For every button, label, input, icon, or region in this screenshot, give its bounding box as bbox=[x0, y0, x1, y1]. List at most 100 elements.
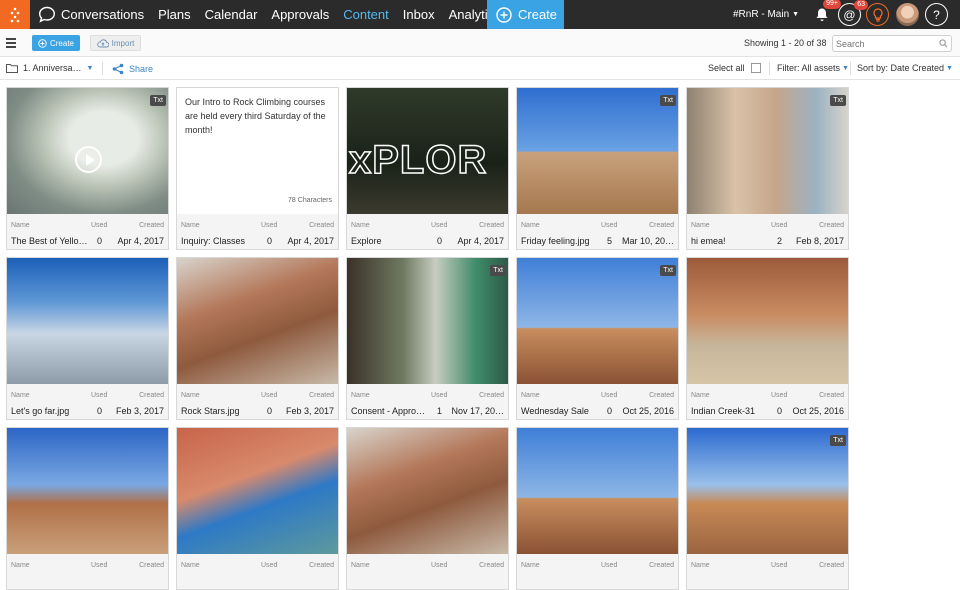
play-icon[interactable] bbox=[75, 146, 102, 173]
nav-inbox[interactable]: Inbox bbox=[396, 0, 442, 29]
results-count: Showing 1 - 20 of 38 bbox=[744, 38, 827, 48]
asset-used-count: 0 bbox=[267, 406, 273, 416]
meta-name-label: Name bbox=[181, 392, 200, 399]
txt-badge[interactable]: Txt bbox=[830, 435, 846, 446]
asset-card[interactable]: Txt Name Used Created Wednesday Sale 0 Oct 25,… bbox=[516, 257, 679, 420]
asset-used-count: 0 bbox=[607, 406, 613, 416]
asset-card[interactable]: Txt Name Used Created Friday feeling.jpg 5 Mar… bbox=[516, 87, 679, 250]
asset-meta: Name Used Created bbox=[687, 554, 848, 589]
asset-thumbnail bbox=[7, 428, 168, 554]
asset-name[interactable]: hi emea! bbox=[691, 236, 767, 246]
meta-created-label: Created bbox=[139, 562, 164, 569]
select-all[interactable]: Select all bbox=[708, 63, 761, 73]
nav-plans[interactable]: Plans bbox=[151, 0, 198, 29]
asset-meta: Name Used Created The Best of Yello… 0 Apr 4,… bbox=[7, 214, 168, 249]
notifications-button[interactable]: 99+ bbox=[810, 0, 841, 26]
asset-card[interactable]: Name Used Created bbox=[6, 427, 169, 590]
at-sign-icon: @ bbox=[843, 7, 856, 22]
import-button[interactable]: Import bbox=[90, 35, 141, 51]
asset-card[interactable]: Name Used Created bbox=[346, 427, 509, 590]
asset-card[interactable]: Txt Name Used Created hi emea! 2 Feb 8, 2017 bbox=[686, 87, 849, 250]
sort-label: Sort by: Date Created bbox=[857, 63, 945, 73]
asset-card[interactable]: Name Used Created Indian Creek-31 0 Oct 25, 2… bbox=[686, 257, 849, 420]
ideas-button[interactable] bbox=[866, 3, 889, 26]
hamburger-menu-icon[interactable] bbox=[6, 38, 16, 50]
content-subtoolbar: 1. Anniversa… ▼ Share Select all Filter:… bbox=[0, 57, 960, 80]
asset-name[interactable]: Consent - Appro… bbox=[351, 406, 427, 416]
asset-card[interactable]: Name Used Created Rock Stars.jpg 0 Feb 3, 201… bbox=[176, 257, 339, 420]
app-logo[interactable] bbox=[0, 0, 30, 29]
sort-dropdown[interactable]: Sort by: Date Created ▼ bbox=[857, 63, 953, 73]
nav-content[interactable]: Content bbox=[336, 0, 396, 29]
asset-card[interactable]: Our Intro to Rock Climbing courses are h… bbox=[176, 87, 339, 250]
asset-meta: Name Used Created Explore 0 Apr 4, 2017 bbox=[347, 214, 508, 249]
asset-card[interactable]: Txt Name Used Created The Best of Yello… 0 Apr… bbox=[6, 87, 169, 250]
asset-name[interactable]: Wednesday Sale bbox=[521, 406, 597, 416]
search-icon[interactable] bbox=[939, 39, 948, 48]
meta-name-label: Name bbox=[351, 392, 370, 399]
nav-create-button[interactable]: Create bbox=[487, 0, 564, 29]
asset-card[interactable]: Txt Name Used Created bbox=[686, 427, 849, 590]
asset-thumbnail bbox=[517, 88, 678, 214]
asset-name[interactable]: Rock Stars.jpg bbox=[181, 406, 257, 416]
asset-created-date: Feb 8, 2017 bbox=[795, 236, 844, 246]
asset-name[interactable]: Explore bbox=[351, 236, 427, 246]
filter-label: Filter: All assets bbox=[777, 63, 841, 73]
asset-card[interactable]: Txt Name Used Created Consent - Appro… 1 Nov 1… bbox=[346, 257, 509, 420]
brand-selector[interactable]: #RnR - Main ▼ bbox=[733, 0, 799, 29]
meta-name-label: Name bbox=[11, 562, 30, 569]
meta-used-label: Used bbox=[771, 392, 788, 399]
text-asset-preview: Our Intro to Rock Climbing courses are h… bbox=[177, 88, 338, 214]
txt-badge[interactable]: Txt bbox=[150, 95, 166, 106]
txt-badge[interactable]: Txt bbox=[660, 95, 676, 106]
asset-name[interactable]: Friday feeling.jpg bbox=[521, 236, 597, 246]
meta-created-label: Created bbox=[819, 562, 844, 569]
user-avatar[interactable] bbox=[896, 3, 919, 26]
chevron-down-icon: ▼ bbox=[946, 64, 953, 72]
txt-badge[interactable]: Txt bbox=[830, 95, 846, 106]
asset-meta: Name Used Created Consent - Appro… 1 Nov 17, … bbox=[347, 384, 508, 419]
meta-created-label: Created bbox=[309, 222, 334, 229]
folder-selector[interactable]: 1. Anniversa… ▼ bbox=[6, 63, 93, 73]
asset-card[interactable]: Name Used Created bbox=[516, 427, 679, 590]
meta-used-label: Used bbox=[261, 222, 278, 229]
asset-created-date: Oct 25, 2016 bbox=[792, 406, 844, 416]
nav-calendar[interactable]: Calendar bbox=[198, 0, 265, 29]
asset-used-count: 0 bbox=[97, 406, 103, 416]
create-asset-button[interactable]: Create bbox=[32, 35, 80, 51]
nav-approvals[interactable]: Approvals bbox=[264, 0, 336, 29]
text-asset-body: Our Intro to Rock Climbing courses are h… bbox=[185, 97, 326, 135]
meta-created-label: Created bbox=[819, 222, 844, 229]
txt-badge[interactable]: Txt bbox=[660, 265, 676, 276]
mentions-button[interactable]: @ 63 bbox=[838, 0, 868, 26]
logo-icon bbox=[10, 7, 20, 22]
asset-name[interactable]: Inquiry: Classes bbox=[181, 236, 257, 246]
asset-thumbnail bbox=[687, 88, 848, 214]
nav-conversations[interactable]: Conversations bbox=[54, 0, 151, 29]
meta-name-label: Name bbox=[521, 562, 540, 569]
asset-card[interactable]: Name Used Created Let's go far.jpg 0 Feb 3, 2… bbox=[6, 257, 169, 420]
asset-name[interactable]: The Best of Yello… bbox=[11, 236, 87, 246]
explore-overlay-text: xPLOR bbox=[348, 137, 488, 183]
asset-meta: Name Used Created bbox=[517, 554, 678, 589]
select-all-checkbox[interactable] bbox=[750, 63, 761, 73]
help-button[interactable]: ? bbox=[925, 3, 948, 26]
asset-thumbnail bbox=[517, 258, 678, 384]
meta-used-label: Used bbox=[91, 562, 108, 569]
meta-created-label: Created bbox=[479, 562, 504, 569]
share-button[interactable]: Share bbox=[112, 63, 153, 75]
filter-dropdown[interactable]: Filter: All assets ▼ bbox=[777, 63, 849, 73]
divider bbox=[850, 62, 851, 75]
meta-used-label: Used bbox=[601, 562, 618, 569]
folder-label: 1. Anniversa… bbox=[23, 63, 82, 73]
meta-used-label: Used bbox=[771, 222, 788, 229]
meta-created-label: Created bbox=[479, 392, 504, 399]
asset-used-count: 0 bbox=[437, 236, 443, 246]
txt-badge[interactable]: Txt bbox=[490, 265, 506, 276]
asset-name[interactable]: Indian Creek-31 bbox=[691, 406, 767, 416]
asset-name[interactable]: Let's go far.jpg bbox=[11, 406, 87, 416]
asset-card[interactable]: Name Used Created bbox=[176, 427, 339, 590]
asset-meta: Name Used Created Rock Stars.jpg 0 Feb 3, 201… bbox=[177, 384, 338, 419]
search-input[interactable] bbox=[832, 35, 952, 52]
asset-card[interactable]: xPLOR Name Used Created Explore 0 Apr 4, 2017 bbox=[346, 87, 509, 250]
